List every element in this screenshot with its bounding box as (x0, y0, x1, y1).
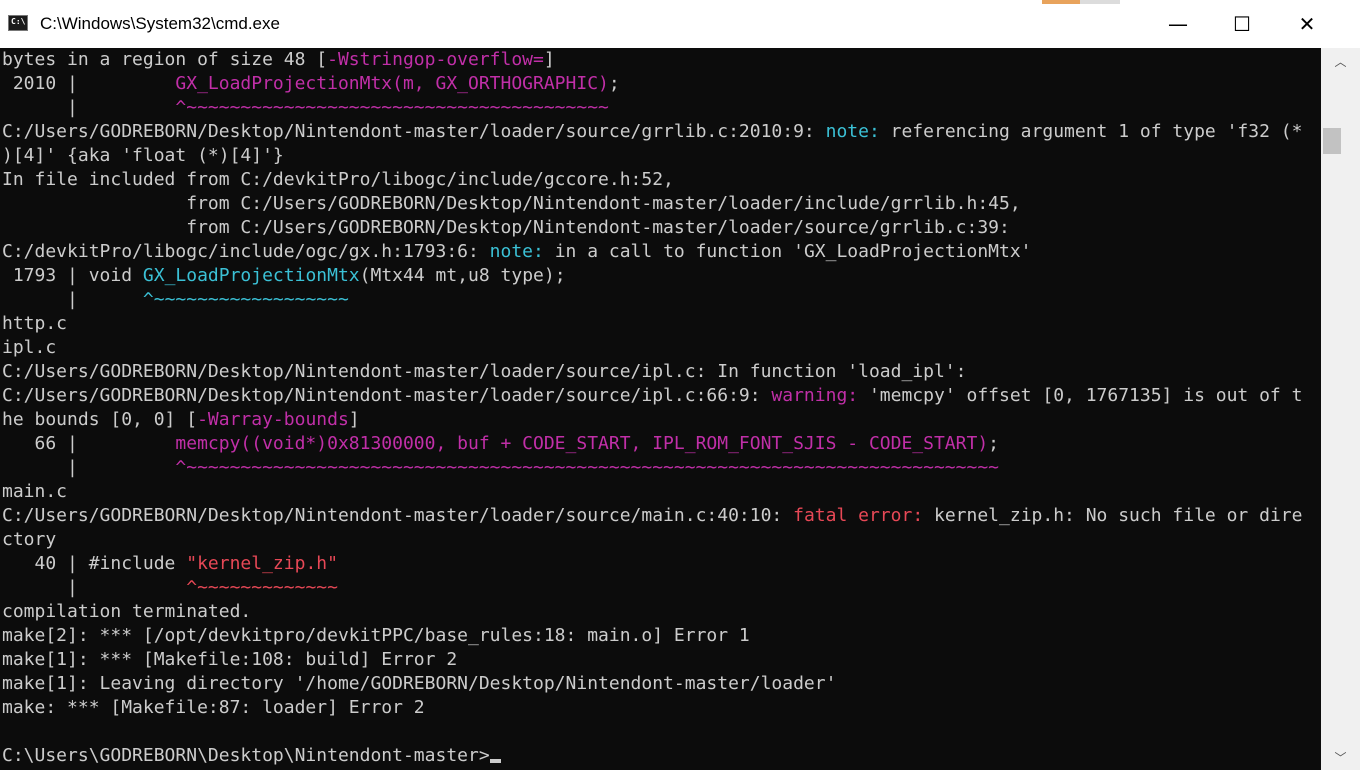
console-text: (Mtx44 mt,u8 type); (359, 265, 566, 286)
console-output[interactable]: bytes in a region of size 48 [-Wstringop… (0, 48, 1321, 770)
console-text: make[2]: *** [/opt/devkitpro/devkitPPC/b… (2, 625, 750, 646)
console-text: 40 | #include (2, 553, 187, 574)
background-window-strip (1042, 0, 1080, 4)
window-title: C:\Windows\System32\cmd.exe (40, 14, 280, 33)
console-text: )[4]' {aka 'float (*)[4]'} (2, 145, 284, 166)
scroll-up-icon[interactable]: ︿ (1321, 48, 1360, 74)
vertical-scrollbar[interactable]: ︿ ﹀ (1321, 48, 1360, 770)
console-text: C:/Users/GODREBORN/Desktop/Nintendont-ma… (2, 121, 826, 142)
console-line: make[2]: *** [/opt/devkitpro/devkitPPC/b… (2, 624, 750, 648)
console-text: C:/Users/GODREBORN/Desktop/Nintendont-ma… (2, 505, 794, 526)
cmd-icon-label: C:\ (11, 17, 26, 26)
maximize-button[interactable]: ☐ (1210, 0, 1274, 48)
console-text: note: (489, 241, 544, 262)
console-line: C:\Users\GODREBORN\Desktop\Nintendont-ma… (2, 744, 501, 768)
console-text: -Wstringop-overflow= (327, 49, 544, 70)
console-text: ipl.c (2, 337, 57, 358)
console-text: C:/devkitPro/libogc/include/ogc/gx.h:179… (2, 241, 490, 262)
background-window-strip (1080, 0, 1120, 4)
close-button[interactable]: ✕ (1275, 0, 1339, 48)
scrollbar-thumb[interactable] (1323, 128, 1341, 154)
console-text: ; (608, 73, 620, 94)
console-text: ^~~~~~~~~~~~~~~~~~~~~~~~~~~~~~~~~~~~~~~~ (175, 97, 609, 118)
scroll-down-icon[interactable]: ﹀ (1321, 744, 1360, 770)
console-text: make: *** [Makefile:87: loader] Error 2 (2, 697, 425, 718)
console-text: in a call to function 'GX_LoadProjection… (543, 241, 1032, 262)
console-text: 2010 | (2, 73, 176, 94)
console-text: "kernel_zip.h" (186, 553, 338, 574)
console-line: 66 | memcpy((void*)0x81300000, buf + COD… (2, 432, 1000, 456)
text-cursor (489, 759, 501, 763)
cmd-icon: C:\ (8, 15, 28, 31)
console-line: | ^~~~~~~~~~~~~~~~~~~ (2, 288, 349, 312)
console-text: ^~~~~~~~~~~~~~ (186, 577, 338, 598)
console-line: http.c (2, 312, 67, 336)
console-line: C:/Users/GODREBORN/Desktop/Nintendont-ma… (2, 384, 1302, 408)
console-text: referencing argument 1 of type 'f32 (* (879, 121, 1303, 142)
console-text: -Warray-bounds (197, 409, 349, 430)
console-text: C:/Users/GODREBORN/Desktop/Nintendont-ma… (2, 361, 967, 382)
console-line: C:/Users/GODREBORN/Desktop/Nintendont-ma… (2, 120, 1302, 144)
maximize-icon: ☐ (1233, 12, 1251, 36)
console-text: ^~~~~~~~~~~~~~~~~~~~~~~~~~~~~~~~~~~~~~~~… (175, 457, 999, 478)
minimize-icon: — (1168, 12, 1188, 36)
console-text: he bounds [0, 0] [ (2, 409, 198, 430)
close-icon: ✕ (1298, 12, 1316, 36)
console-line: C:/devkitPro/libogc/include/ogc/gx.h:179… (2, 240, 1032, 264)
console-text: | (2, 97, 176, 118)
console-text: compilation terminated. (2, 601, 252, 622)
console-line: from C:/Users/GODREBORN/Desktop/Nintendo… (2, 192, 1021, 216)
console-text: kernel_zip.h: No such file or dire (923, 505, 1303, 526)
console-text: In file included from C:/devkitPro/libog… (2, 169, 674, 190)
console-line: from C:/Users/GODREBORN/Desktop/Nintendo… (2, 216, 1010, 240)
console-line: 2010 | GX_LoadProjectionMtx(m, GX_ORTHOG… (2, 72, 620, 96)
console-line: In file included from C:/devkitPro/libog… (2, 168, 674, 192)
console-text: ; (988, 433, 1000, 454)
console-text: memcpy((void*)0x81300000, buf + CODE_STA… (175, 433, 989, 454)
console-line: | ^~~~~~~~~~~~~~ (2, 576, 338, 600)
console-text: bytes in a region of size 48 [ (2, 49, 328, 70)
console-text: | (2, 577, 187, 598)
console-text: ctory (2, 529, 57, 550)
console-line: compilation terminated. (2, 600, 251, 624)
console-text: fatal error: (793, 505, 924, 526)
console-line: make: *** [Makefile:87: loader] Error 2 (2, 696, 425, 720)
console-line: ctory (2, 528, 56, 552)
console-text: make[1]: Leaving directory '/home/GODREB… (2, 673, 837, 694)
console-text: | (2, 457, 176, 478)
console-text: note: (825, 121, 880, 142)
console-line: | ^~~~~~~~~~~~~~~~~~~~~~~~~~~~~~~~~~~~~~… (2, 96, 609, 120)
console-text: | (2, 289, 143, 310)
console-text: 'memcpy' offset [0, 1767135] is out of t (858, 385, 1303, 406)
console-text: C:/Users/GODREBORN/Desktop/Nintendont-ma… (2, 385, 772, 406)
console-line: ipl.c (2, 336, 56, 360)
console-line: )[4]' {aka 'float (*)[4]'} (2, 144, 284, 168)
console-line: 40 | #include "kernel_zip.h" (2, 552, 338, 576)
console-text: main.c (2, 481, 68, 502)
console-line: bytes in a region of size 48 [-Wstringop… (2, 48, 555, 72)
console-text: GX_LoadProjectionMtx (142, 265, 360, 286)
console-text: ] (543, 49, 555, 70)
console-text: ^~~~~~~~~~~~~~~~~~~ (142, 289, 349, 310)
console-text: from C:/Users/GODREBORN/Desktop/Nintendo… (2, 193, 1021, 214)
console-text: GX_LoadProjectionMtx(m, GX_ORTHOGRAPHIC) (175, 73, 609, 94)
console-line: C:/Users/GODREBORN/Desktop/Nintendont-ma… (2, 504, 1302, 528)
console-line: main.c (2, 480, 67, 504)
console-text: 1793 | void (2, 265, 143, 286)
console-line: make[1]: Leaving directory '/home/GODREB… (2, 672, 836, 696)
console-text: make[1]: *** [Makefile:108: build] Error… (2, 649, 458, 670)
console-text: warning: (771, 385, 859, 406)
console-text: ] (348, 409, 360, 430)
console-text: from C:/Users/GODREBORN/Desktop/Nintendo… (2, 217, 1010, 238)
minimize-button[interactable]: — (1146, 0, 1210, 48)
console-text: C:\Users\GODREBORN\Desktop\Nintendont-ma… (2, 745, 490, 766)
console-line: he bounds [0, 0] [-Warray-bounds] (2, 408, 360, 432)
console-line: 1793 | void GX_LoadProjectionMtx(Mtx44 m… (2, 264, 566, 288)
console-line: make[1]: *** [Makefile:108: build] Error… (2, 648, 457, 672)
console-line: C:/Users/GODREBORN/Desktop/Nintendont-ma… (2, 360, 967, 384)
title-bar[interactable]: C:\ C:\Windows\System32\cmd.exe — ☐ ✕ (0, 0, 1360, 48)
console-text: http.c (2, 313, 68, 334)
console-line: | ^~~~~~~~~~~~~~~~~~~~~~~~~~~~~~~~~~~~~~… (2, 456, 999, 480)
console-text: 66 | (2, 433, 176, 454)
